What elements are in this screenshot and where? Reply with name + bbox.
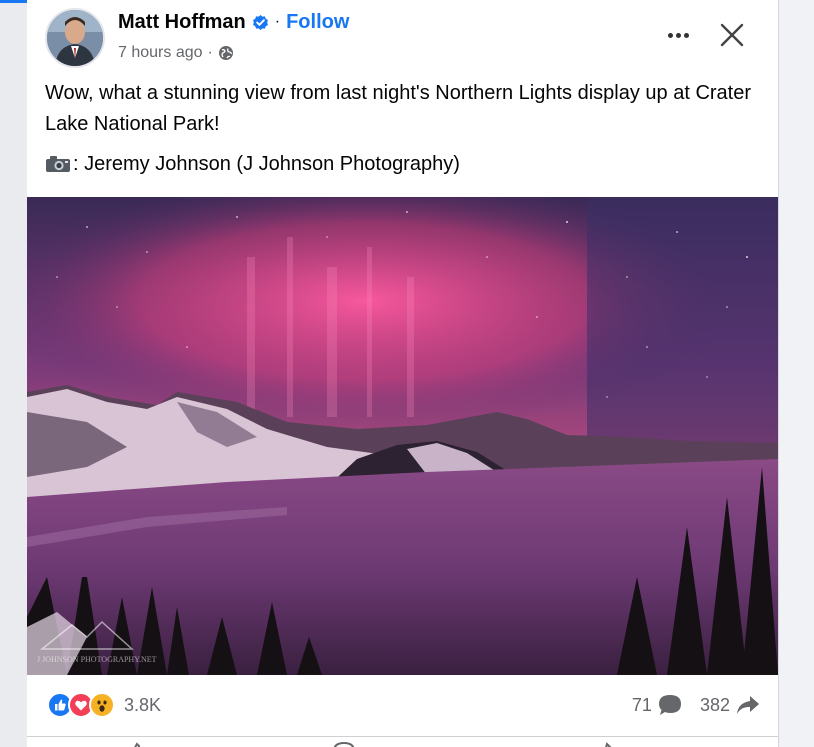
engagement-stats: 71 382: [632, 690, 760, 720]
author-name[interactable]: Matt Hoffman: [118, 11, 246, 34]
close-icon: [720, 23, 744, 47]
comments-count-button[interactable]: 71: [632, 694, 682, 716]
avatar[interactable]: [45, 8, 105, 68]
globe-icon[interactable]: [218, 45, 234, 61]
more-options-button[interactable]: [661, 18, 695, 52]
verified-badge-icon: [252, 14, 269, 31]
action-divider: [27, 736, 778, 737]
follow-button[interactable]: Follow: [286, 11, 349, 34]
post-meta: 7 hours ago ·: [118, 42, 234, 64]
timestamp-separator: ·: [207, 44, 213, 61]
reaction-count: 3.8K: [124, 694, 162, 715]
author-row: Matt Hoffman · Follow: [118, 8, 349, 36]
more-dot-icon: [667, 32, 673, 38]
shares-count-button[interactable]: 382: [700, 694, 760, 716]
shares-count: 382: [699, 694, 730, 715]
photo-credit: : Jeremy Johnson (J Johnson Photography): [45, 150, 460, 178]
more-dot-icon: [683, 32, 689, 38]
avatar-image: [47, 10, 103, 66]
reactions-summary[interactable]: 3.8K: [47, 688, 161, 722]
share-action-icon[interactable]: [595, 738, 619, 747]
comment-icon: [658, 694, 682, 716]
like-action-icon[interactable]: [125, 738, 149, 747]
camera-icon: [45, 155, 71, 173]
caption-text: : Jeremy Johnson (J Johnson Photography): [73, 152, 460, 175]
svg-text:J JOHNSON PHOTOGRAPHY.NET: J JOHNSON PHOTOGRAPHY.NET: [37, 655, 157, 664]
post-photo[interactable]: J JOHNSON PHOTOGRAPHY.NET: [27, 197, 778, 675]
wow-icon: [89, 692, 115, 718]
separator: ·: [274, 13, 281, 30]
post-card: Matt Hoffman · Follow 7 hours ago · Wow,: [27, 0, 778, 747]
aurora-photo: J JOHNSON PHOTOGRAPHY.NET: [27, 197, 778, 675]
scrollbar-track[interactable]: [778, 0, 814, 747]
close-button[interactable]: [715, 18, 749, 52]
more-dot-icon: [675, 32, 681, 38]
comment-action-icon[interactable]: [332, 738, 356, 747]
post-text: Wow, what a stunning view from last nigh…: [45, 82, 752, 135]
timestamp[interactable]: 7 hours ago: [118, 44, 203, 62]
share-icon: [736, 694, 760, 716]
comments-count: 71: [631, 694, 652, 715]
